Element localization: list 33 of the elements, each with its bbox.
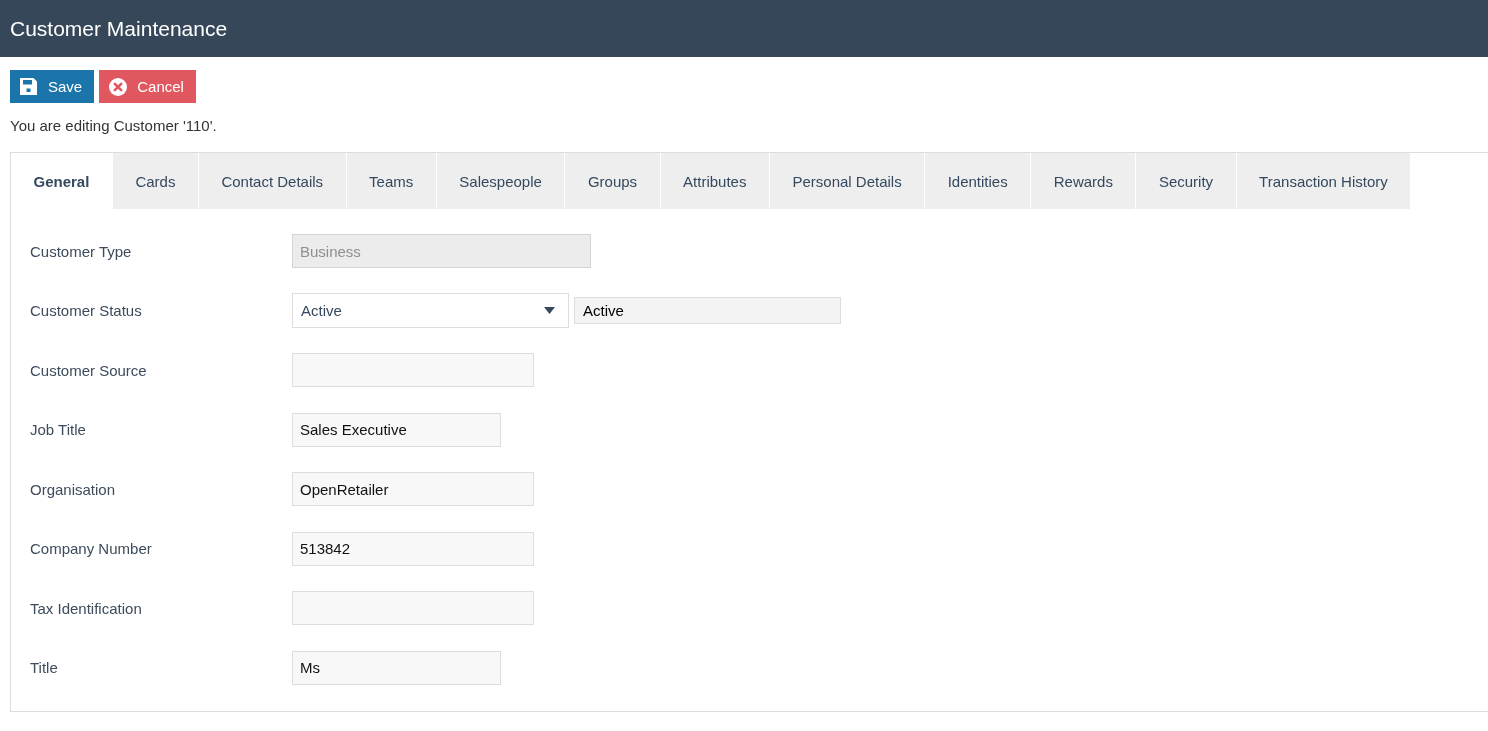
- tab[interactable]: Teams: [346, 153, 436, 209]
- tab[interactable]: Attributes: [660, 153, 769, 209]
- save-button[interactable]: Save: [10, 70, 95, 103]
- tab[interactable]: Rewards: [1031, 153, 1136, 209]
- text-field[interactable]: Active: [574, 297, 841, 325]
- text-field[interactable]: [292, 353, 534, 388]
- x-circle-icon: [109, 77, 128, 96]
- field-label: Tax Identification: [30, 599, 143, 617]
- text-field[interactable]: 513842: [292, 531, 534, 566]
- field-label: Company Number: [30, 540, 153, 558]
- text-field[interactable]: [292, 591, 534, 626]
- text-field[interactable]: OpenRetailer: [292, 472, 534, 507]
- field-label: Customer Type: [30, 242, 133, 260]
- tab[interactable]: Groups: [565, 153, 660, 209]
- status-message: You are editing Customer '110'.: [10, 117, 218, 134]
- tab[interactable]: Identities: [925, 153, 1031, 209]
- tab[interactable]: Personal Details: [769, 153, 925, 209]
- caret-icon: [544, 307, 555, 315]
- field-label: Job Title: [30, 421, 87, 439]
- field-label: Customer Status: [30, 302, 143, 320]
- field-label: Customer Source: [30, 361, 148, 379]
- tab[interactable]: Salespeople: [436, 153, 565, 209]
- text-field[interactable]: Sales Executive: [292, 412, 501, 447]
- cancel-button[interactable]: Cancel: [99, 70, 196, 103]
- tab[interactable]: Contact Details: [198, 153, 346, 209]
- page-title: Customer Maintenance: [10, 16, 228, 41]
- field-label: Organisation: [30, 480, 117, 498]
- text-field[interactable]: Ms: [292, 650, 501, 685]
- field-label: Title: [30, 659, 59, 677]
- tab[interactable]: Security: [1136, 153, 1236, 209]
- dropdown[interactable]: Active: [292, 293, 569, 329]
- tab[interactable]: Transaction History: [1236, 153, 1411, 209]
- tab[interactable]: Cards: [112, 153, 198, 209]
